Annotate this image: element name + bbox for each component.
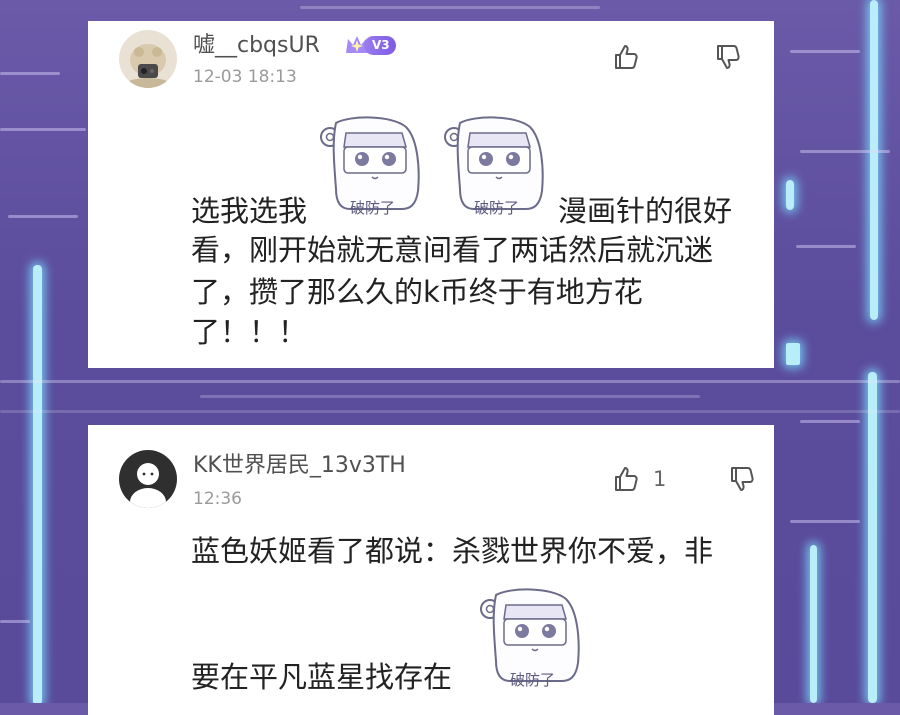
svg-text:破防了: 破防了 bbox=[474, 199, 519, 217]
svg-text:破防了: 破防了 bbox=[510, 671, 555, 689]
comment-card: KK世界居民_13v3TH 12:36 1 蓝色妖姬看了都说：杀戮世界你不爱，非… bbox=[88, 425, 774, 715]
comment-text-line: 看，刚开始就无意间看了两话然后就沉迷 bbox=[191, 233, 714, 267]
thumbs-down-icon[interactable] bbox=[714, 43, 742, 71]
comment-text-line: 蓝色妖姬看了都说：杀戮世界你不爱，非 bbox=[191, 534, 714, 568]
like-count: 1 bbox=[653, 467, 667, 491]
timestamp: 12-03 18:13 bbox=[193, 67, 297, 87]
sticker-image: 破防了 bbox=[434, 113, 556, 225]
comment-text-line: 了，攒了那么久的k币终于有地方花 bbox=[191, 275, 643, 309]
comment-text-line: 选我选我 bbox=[191, 194, 308, 228]
thumbs-up-icon[interactable] bbox=[612, 43, 640, 71]
username[interactable]: 嘘__cbqsUR bbox=[193, 33, 320, 59]
avatar[interactable] bbox=[119, 450, 177, 508]
comment-text-line: 要在平凡蓝星找存在 bbox=[191, 660, 453, 694]
timestamp: 12:36 bbox=[193, 489, 242, 509]
sticker-image: 破防了 bbox=[310, 113, 432, 225]
svg-text:破防了: 破防了 bbox=[350, 199, 395, 217]
username[interactable]: KK世界居民_13v3TH bbox=[193, 453, 406, 479]
comment-text-line: 漫画针的很好 bbox=[558, 194, 733, 228]
thumbs-down-icon[interactable] bbox=[728, 465, 756, 493]
sticker-image: 破防了 bbox=[470, 585, 592, 697]
comment-card: 嘘__cbqsUR V3 12-03 18:13 选我选我 破防了 破防了 漫画… bbox=[88, 21, 774, 368]
thumbs-up-icon[interactable] bbox=[612, 465, 640, 493]
vip-badge: V3 bbox=[344, 33, 396, 57]
vip-level-label: V3 bbox=[364, 35, 396, 55]
comment-text-line: 了！！！ bbox=[191, 315, 308, 349]
avatar[interactable] bbox=[119, 30, 177, 88]
